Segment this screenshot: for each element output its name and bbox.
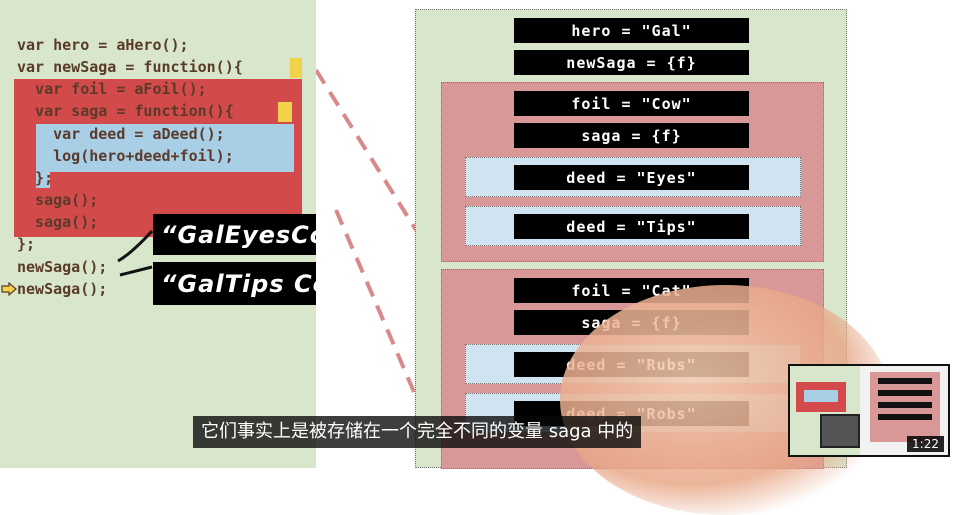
thumbnail-var-row	[878, 390, 932, 396]
thumbnail-blue-block	[804, 390, 838, 402]
code-line: var hero = aHero();	[17, 36, 189, 54]
thumbnail-var-row	[878, 402, 932, 408]
current-line-arrow-icon	[1, 282, 17, 296]
video-preview-thumbnail[interactable]: 1:22	[788, 364, 950, 457]
var-newsaga: newSaga = {f}	[514, 50, 749, 75]
code-line: newSaga();	[17, 258, 108, 276]
var-hero: hero = "Gal"	[514, 18, 749, 43]
var-foil: foil = "Cow"	[514, 91, 749, 116]
code-line: var deed = aDeed();	[17, 125, 225, 143]
highlight-brace	[290, 58, 302, 78]
code-line: var newSaga = function(){	[17, 58, 243, 76]
code-line: var saga = function(){	[17, 102, 234, 120]
pointer-lines	[117, 229, 154, 277]
code-line: saga();	[17, 213, 99, 231]
var-deed: deed = "Tips"	[514, 214, 749, 239]
video-subtitle: 它们事实上是被存储在一个完全不同的变量 saga 中的	[193, 416, 642, 448]
thumbnail-var-row	[878, 414, 932, 420]
thumbnail-stack	[820, 414, 860, 448]
code-line: log(hero+deed+foil);	[17, 147, 234, 165]
code-line: };	[17, 169, 54, 187]
code-line: saga();	[17, 191, 99, 209]
video-timestamp: 1:22	[907, 436, 944, 452]
thumbnail-var-row	[878, 378, 932, 384]
saga-scope-1b: deed = "Tips"	[465, 206, 801, 246]
var-deed: deed = "Eyes"	[514, 165, 749, 190]
code-line: var foil = aFoil();	[17, 80, 207, 98]
code-line: newSaga();	[17, 280, 108, 298]
newsaga-scope-1: foil = "Cow" saga = {f} deed = "Eyes" de…	[441, 82, 824, 262]
var-saga: saga = {f}	[514, 123, 749, 148]
highlight-brace	[278, 102, 292, 122]
saga-scope-1a: deed = "Eyes"	[465, 157, 801, 197]
code-line: };	[17, 235, 36, 253]
